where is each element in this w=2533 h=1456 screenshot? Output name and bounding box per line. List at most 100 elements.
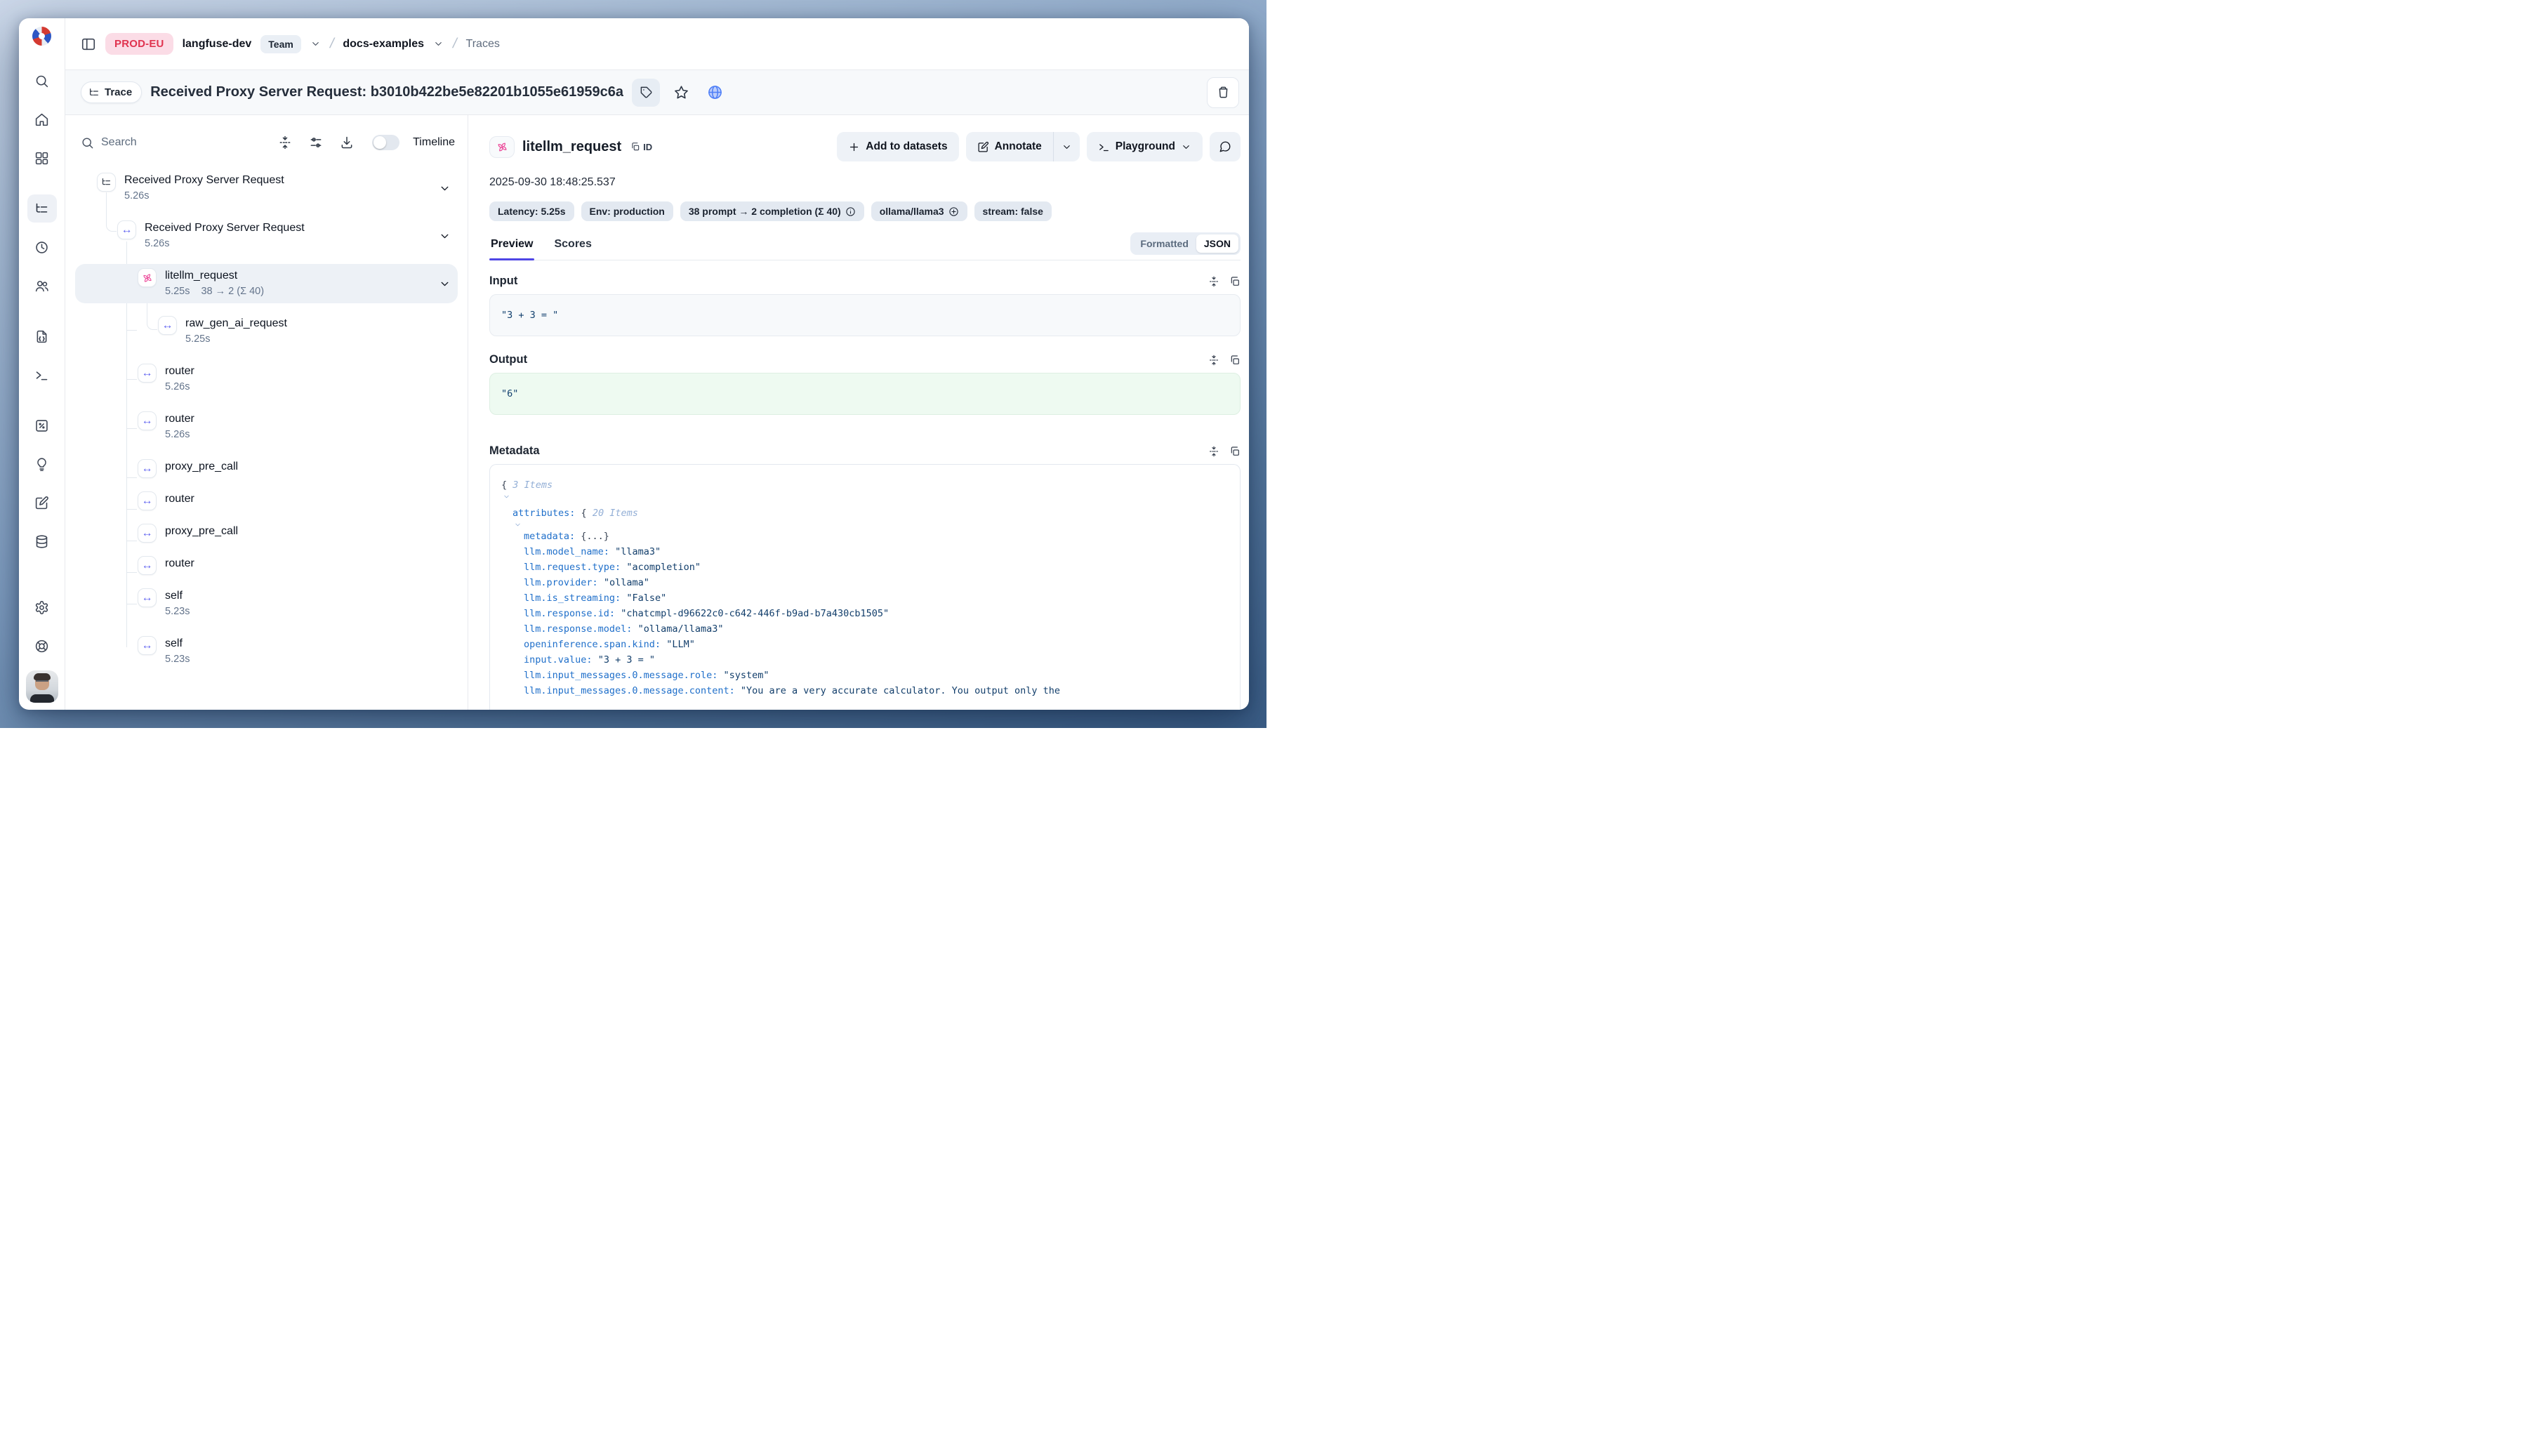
search-input[interactable] [101, 136, 261, 149]
user-avatar[interactable] [26, 670, 58, 703]
sidebar-item-sessions[interactable] [27, 233, 57, 261]
info-icon [845, 206, 856, 217]
span-icon: ↔ [138, 364, 157, 383]
tree-item-span[interactable]: ↔ router 5.26s [75, 359, 458, 399]
copy-id-button[interactable]: ID [630, 142, 652, 152]
tag-button[interactable] [632, 79, 660, 107]
chevron-down-icon[interactable] [503, 493, 510, 501]
publish-button[interactable] [702, 79, 727, 107]
json-line: llm.input_messages.0.message.role:"syste… [501, 668, 1229, 683]
json-line: openinference.span.kind:"LLM" [501, 637, 1229, 652]
observation-badges: Latency: 5.25s Env: production 38 prompt… [489, 201, 1241, 221]
sidebar-item-insights[interactable] [27, 450, 57, 478]
desktop-background: PROD-EU langfuse-dev Team / docs-example… [0, 0, 1266, 728]
bookmark-star-button[interactable] [668, 79, 694, 107]
tree-item-span[interactable]: ↔ router 5.26s [75, 407, 458, 446]
sidebar-toggle-icon[interactable] [81, 37, 96, 52]
breadcrumb-section[interactable]: Traces [466, 38, 500, 51]
input-section-header: Input [489, 274, 1241, 288]
sidebar-item-search[interactable] [27, 67, 57, 95]
comment-bubble-icon [1219, 140, 1231, 153]
tree-item-span[interactable]: ↔ router [75, 487, 458, 515]
tab-preview[interactable]: Preview [489, 232, 534, 260]
collapse-all-icon[interactable] [278, 135, 292, 150]
view-mode-formatted[interactable]: Formatted [1132, 234, 1196, 253]
tree-item-span[interactable]: ↔ proxy_pre_call [75, 455, 458, 482]
file-json-icon [34, 329, 49, 344]
sidebar-item-users[interactable] [27, 272, 57, 300]
copy-icon[interactable] [1229, 446, 1241, 457]
duration: 5.26s [145, 237, 169, 251]
sidebar-item-home[interactable] [27, 105, 57, 133]
json-line[interactable]: attributes:{20 Items [501, 505, 1229, 529]
chevron-down-icon[interactable] [310, 39, 321, 49]
collapse-section-icon[interactable] [1208, 276, 1219, 287]
trace-type-badge[interactable]: Trace [81, 81, 142, 103]
tree-item-trace-root[interactable]: Received Proxy Server Request 5.26s [75, 168, 458, 208]
org-logo[interactable] [32, 27, 51, 46]
chevron-down-icon[interactable] [439, 183, 451, 194]
clock-icon [34, 240, 49, 255]
span-icon: ↔ [138, 491, 157, 510]
model-badge[interactable]: ollama/llama3 [871, 201, 967, 221]
sidebar-item-prompts[interactable] [27, 322, 57, 350]
tree-item-span[interactable]: ↔ proxy_pre_call [75, 519, 458, 547]
globe-icon [707, 84, 723, 100]
pen-square-icon [977, 141, 989, 153]
chevron-down-icon[interactable] [514, 521, 522, 529]
sidebar-item-settings[interactable] [27, 593, 57, 621]
tree-item-generation-selected[interactable]: litellm_request 5.25s38 → 2 (Σ 40) [75, 264, 458, 303]
breadcrumb-project[interactable]: docs-examples [343, 38, 424, 51]
breadcrumb-org[interactable]: langfuse-dev [183, 38, 252, 51]
delete-trace-button[interactable] [1207, 77, 1239, 108]
comments-button[interactable] [1210, 132, 1241, 161]
percent-square-icon [34, 418, 49, 433]
sidebar-item-dashboards[interactable] [27, 144, 57, 172]
view-mode-json[interactable]: JSON [1196, 234, 1238, 253]
json-line: llm.response.id:"chatcmpl-d96622c0-c642-… [501, 606, 1229, 621]
duration: 5.25s [185, 332, 210, 347]
token-usage-badge[interactable]: 38 prompt → 2 completion (Σ 40) [680, 201, 864, 221]
json-line[interactable]: metadata:{...} [501, 529, 1229, 544]
tree-item-span[interactable]: ↔ self 5.23s [75, 584, 458, 623]
json-line[interactable]: {3 Items [501, 477, 1229, 501]
copy-icon [630, 142, 640, 152]
lifebuoy-icon [34, 639, 49, 654]
sidebar-item-playground[interactable] [27, 361, 57, 389]
list-tree-icon [34, 201, 49, 216]
tree-item-span[interactable]: ↔ raw_gen_ai_request 5.25s [75, 312, 458, 351]
duration: 5.23s [165, 604, 190, 619]
tab-scores[interactable]: Scores [553, 232, 593, 260]
collapse-section-icon[interactable] [1208, 446, 1219, 457]
add-to-datasets-button[interactable]: Add to datasets [837, 132, 958, 161]
json-line: llm.model_name:"llama3" [501, 544, 1229, 560]
duration: 5.26s [165, 428, 190, 442]
annotate-dropdown-button[interactable] [1053, 132, 1080, 161]
chevron-down-icon[interactable] [439, 278, 451, 290]
span-icon: ↔ [138, 524, 157, 543]
collapse-section-icon[interactable] [1208, 355, 1219, 366]
duration: 5.23s [165, 652, 190, 667]
sidebar-item-annotation[interactable] [27, 489, 57, 517]
nav-rail [19, 18, 65, 710]
playground-button[interactable]: Playground [1087, 132, 1203, 161]
copy-icon[interactable] [1229, 276, 1241, 287]
download-icon[interactable] [340, 135, 354, 150]
copy-icon[interactable] [1229, 355, 1241, 366]
sidebar-item-tracing[interactable] [27, 194, 57, 223]
tree-item-span[interactable]: ↔ Received Proxy Server Request 5.26s [75, 216, 458, 256]
output-value-box: "6" [489, 373, 1241, 415]
timeline-toggle[interactable] [372, 135, 399, 150]
view-settings-icon[interactable] [309, 135, 323, 150]
chevron-down-icon[interactable] [439, 230, 451, 242]
json-line: llm.input_messages.0.message.content:"Yo… [501, 683, 1229, 699]
annotate-button[interactable]: Annotate [966, 132, 1053, 161]
tree-item-span[interactable]: ↔ router [75, 552, 458, 579]
plus-icon [848, 141, 860, 153]
sidebar-item-support[interactable] [27, 632, 57, 660]
sidebar-item-evaluation[interactable] [27, 411, 57, 439]
sidebar-item-datasets[interactable] [27, 527, 57, 555]
json-line: input.value:"3 + 3 = " [501, 652, 1229, 668]
chevron-down-icon[interactable] [433, 39, 444, 49]
tree-item-span[interactable]: ↔ self 5.23s [75, 632, 458, 671]
